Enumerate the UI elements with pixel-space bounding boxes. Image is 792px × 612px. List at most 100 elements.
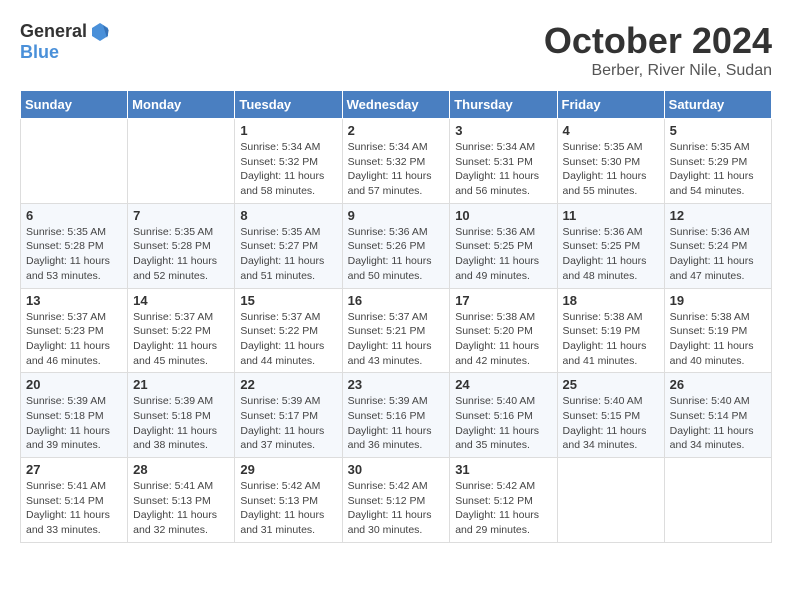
calendar-cell: 12Sunrise: 5:36 AM Sunset: 5:24 PM Dayli… (664, 203, 771, 288)
day-number: 24 (455, 377, 551, 392)
day-number: 22 (240, 377, 336, 392)
day-number: 16 (348, 293, 445, 308)
calendar-cell: 9 Sunrise: 5:36 AM Sunset: 5:26 PM Daylig… (342, 203, 450, 288)
day-info: Sunrise: 5:35 AM Sunset: 5:27 PM Dayligh… (240, 225, 336, 284)
dow-header-friday: Friday (557, 91, 664, 119)
day-number: 30 (348, 462, 445, 477)
calendar-cell: 29Sunrise: 5:42 AM Sunset: 5:13 PM Dayli… (235, 458, 342, 543)
calendar-cell: 25 Sunrise: 5:40 AM Sunset: 5:15 PM Dayli… (557, 373, 664, 458)
title-block: October 2024 Berber, River Nile, Sudan (544, 20, 772, 80)
dow-header-thursday: Thursday (450, 91, 557, 119)
calendar-cell: 17 Sunrise: 5:38 AM Sunset: 5:20 PM Dayli… (450, 288, 557, 373)
calendar-cell: 26 Sunrise: 5:40 AM Sunset: 5:14 PM Dayli… (664, 373, 771, 458)
day-number: 21 (133, 377, 229, 392)
day-number: 2 (348, 123, 445, 138)
calendar-cell: 14 Sunrise: 5:37 AM Sunset: 5:22 PM Dayli… (128, 288, 235, 373)
logo-icon (89, 20, 111, 42)
day-info: Sunrise: 5:39 AM Sunset: 5:18 PM Dayligh… (26, 394, 122, 453)
day-number: 26 (670, 377, 766, 392)
calendar-cell: 6 Sunrise: 5:35 AM Sunset: 5:28 PM Daylig… (21, 203, 128, 288)
day-number: 8 (240, 208, 336, 223)
day-info: Sunrise: 5:39 AM Sunset: 5:16 PM Dayligh… (348, 394, 445, 453)
day-number: 7 (133, 208, 229, 223)
calendar-cell: 1 Sunrise: 5:34 AM Sunset: 5:32 PM Daylig… (235, 119, 342, 204)
day-number: 18 (563, 293, 659, 308)
day-number: 27 (26, 462, 122, 477)
week-row-4: 20 Sunrise: 5:39 AM Sunset: 5:18 PM Dayli… (21, 373, 772, 458)
day-info: Sunrise: 5:38 AM Sunset: 5:19 PM Dayligh… (670, 310, 766, 369)
day-number: 9 (348, 208, 445, 223)
day-info: Sunrise: 5:37 AM Sunset: 5:22 PM Dayligh… (133, 310, 229, 369)
day-info: Sunrise: 5:41 AM Sunset: 5:14 PM Dayligh… (26, 479, 122, 538)
day-info: Sunrise: 5:38 AM Sunset: 5:20 PM Dayligh… (455, 310, 551, 369)
calendar-body: 1 Sunrise: 5:34 AM Sunset: 5:32 PM Daylig… (21, 119, 772, 543)
day-info: Sunrise: 5:36 AM Sunset: 5:26 PM Dayligh… (348, 225, 445, 284)
logo-general-text: General (20, 21, 87, 42)
day-number: 13 (26, 293, 122, 308)
day-info: Sunrise: 5:42 AM Sunset: 5:12 PM Dayligh… (455, 479, 551, 538)
day-info: Sunrise: 5:34 AM Sunset: 5:32 PM Dayligh… (348, 140, 445, 199)
page-header: General Blue October 2024 Berber, River … (20, 20, 772, 80)
calendar-cell: 8 Sunrise: 5:35 AM Sunset: 5:27 PM Daylig… (235, 203, 342, 288)
day-number: 12 (670, 208, 766, 223)
day-info: Sunrise: 5:41 AM Sunset: 5:13 PM Dayligh… (133, 479, 229, 538)
day-info: Sunrise: 5:34 AM Sunset: 5:32 PM Dayligh… (240, 140, 336, 199)
dow-header-saturday: Saturday (664, 91, 771, 119)
day-info: Sunrise: 5:35 AM Sunset: 5:28 PM Dayligh… (26, 225, 122, 284)
calendar-cell: 18Sunrise: 5:38 AM Sunset: 5:19 PM Dayli… (557, 288, 664, 373)
day-info: Sunrise: 5:39 AM Sunset: 5:17 PM Dayligh… (240, 394, 336, 453)
calendar-cell (664, 458, 771, 543)
calendar-cell: 31 Sunrise: 5:42 AM Sunset: 5:12 PM Dayli… (450, 458, 557, 543)
week-row-3: 13 Sunrise: 5:37 AM Sunset: 5:23 PM Dayli… (21, 288, 772, 373)
calendar-cell: 28 Sunrise: 5:41 AM Sunset: 5:13 PM Dayli… (128, 458, 235, 543)
calendar-cell: 19Sunrise: 5:38 AM Sunset: 5:19 PM Dayli… (664, 288, 771, 373)
calendar-cell: 15 Sunrise: 5:37 AM Sunset: 5:22 PM Dayli… (235, 288, 342, 373)
day-info: Sunrise: 5:34 AM Sunset: 5:31 PM Dayligh… (455, 140, 551, 199)
week-row-5: 27 Sunrise: 5:41 AM Sunset: 5:14 PM Dayli… (21, 458, 772, 543)
day-number: 31 (455, 462, 551, 477)
calendar-cell: 22 Sunrise: 5:39 AM Sunset: 5:17 PM Dayli… (235, 373, 342, 458)
dow-header-wednesday: Wednesday (342, 91, 450, 119)
day-number: 15 (240, 293, 336, 308)
day-number: 14 (133, 293, 229, 308)
day-number: 1 (240, 123, 336, 138)
calendar-cell: 11Sunrise: 5:36 AM Sunset: 5:25 PM Dayli… (557, 203, 664, 288)
day-number: 25 (563, 377, 659, 392)
day-info: Sunrise: 5:40 AM Sunset: 5:14 PM Dayligh… (670, 394, 766, 453)
calendar-cell: 20 Sunrise: 5:39 AM Sunset: 5:18 PM Dayli… (21, 373, 128, 458)
day-number: 23 (348, 377, 445, 392)
dow-header-monday: Monday (128, 91, 235, 119)
day-number: 17 (455, 293, 551, 308)
day-info: Sunrise: 5:42 AM Sunset: 5:13 PM Dayligh… (240, 479, 336, 538)
calendar-cell: 13 Sunrise: 5:37 AM Sunset: 5:23 PM Dayli… (21, 288, 128, 373)
day-info: Sunrise: 5:36 AM Sunset: 5:25 PM Dayligh… (455, 225, 551, 284)
day-info: Sunrise: 5:37 AM Sunset: 5:23 PM Dayligh… (26, 310, 122, 369)
week-row-2: 6 Sunrise: 5:35 AM Sunset: 5:28 PM Daylig… (21, 203, 772, 288)
day-number: 11 (563, 208, 659, 223)
day-info: Sunrise: 5:35 AM Sunset: 5:30 PM Dayligh… (563, 140, 659, 199)
calendar-cell: 7 Sunrise: 5:35 AM Sunset: 5:28 PM Daylig… (128, 203, 235, 288)
day-info: Sunrise: 5:35 AM Sunset: 5:28 PM Dayligh… (133, 225, 229, 284)
day-info: Sunrise: 5:39 AM Sunset: 5:18 PM Dayligh… (133, 394, 229, 453)
calendar-cell: 10Sunrise: 5:36 AM Sunset: 5:25 PM Dayli… (450, 203, 557, 288)
day-number: 3 (455, 123, 551, 138)
calendar-cell: 24Sunrise: 5:40 AM Sunset: 5:16 PM Dayli… (450, 373, 557, 458)
calendar-cell: 30Sunrise: 5:42 AM Sunset: 5:12 PM Dayli… (342, 458, 450, 543)
dow-header-sunday: Sunday (21, 91, 128, 119)
day-info: Sunrise: 5:35 AM Sunset: 5:29 PM Dayligh… (670, 140, 766, 199)
logo-blue-text: Blue (20, 42, 59, 62)
calendar-table: SundayMondayTuesdayWednesdayThursdayFrid… (20, 90, 772, 543)
day-info: Sunrise: 5:37 AM Sunset: 5:21 PM Dayligh… (348, 310, 445, 369)
logo: General Blue (20, 20, 111, 63)
day-number: 28 (133, 462, 229, 477)
calendar-cell: 21 Sunrise: 5:39 AM Sunset: 5:18 PM Dayli… (128, 373, 235, 458)
calendar-cell: 3 Sunrise: 5:34 AM Sunset: 5:31 PM Daylig… (450, 119, 557, 204)
day-of-week-header-row: SundayMondayTuesdayWednesdayThursdayFrid… (21, 91, 772, 119)
calendar-cell: 4Sunrise: 5:35 AM Sunset: 5:30 PM Daylig… (557, 119, 664, 204)
month-title: October 2024 (544, 20, 772, 62)
day-number: 20 (26, 377, 122, 392)
week-row-1: 1 Sunrise: 5:34 AM Sunset: 5:32 PM Daylig… (21, 119, 772, 204)
day-info: Sunrise: 5:37 AM Sunset: 5:22 PM Dayligh… (240, 310, 336, 369)
day-info: Sunrise: 5:40 AM Sunset: 5:15 PM Dayligh… (563, 394, 659, 453)
day-number: 6 (26, 208, 122, 223)
